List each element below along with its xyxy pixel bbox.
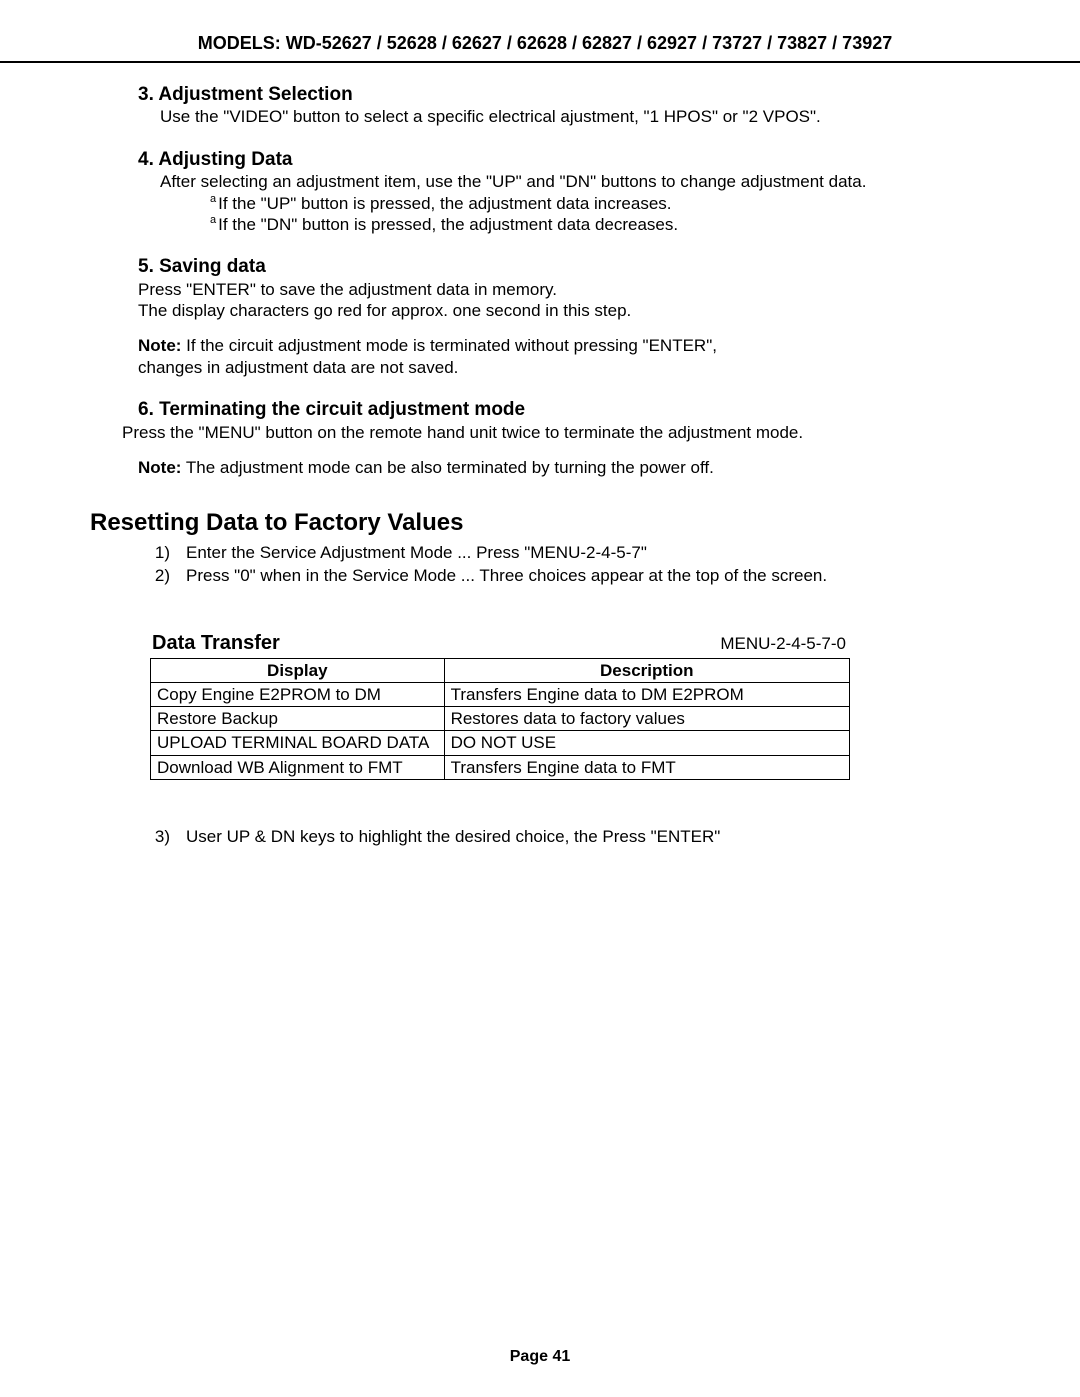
bullet-marker-icon: a: [210, 214, 216, 226]
section-4-title: 4. Adjusting Data: [138, 148, 1000, 172]
cell-display: UPLOAD TERMINAL BOARD DATA: [151, 731, 445, 755]
section-6: 6. Terminating the circuit adjustment mo…: [90, 398, 1000, 478]
col-header-display: Display: [151, 658, 445, 682]
section-5: 5. Saving data Press "ENTER" to save the…: [90, 255, 1000, 378]
resetting-title: Resetting Data to Factory Values: [90, 508, 1000, 538]
section-5-line2: The display characters go red for approx…: [138, 300, 1000, 321]
data-transfer-block: Data Transfer MENU-2-4-5-7-0 Display Des…: [150, 631, 850, 780]
data-transfer-table: Display Description Copy Engine E2PROM t…: [150, 658, 850, 780]
item-number: 3): [150, 826, 170, 847]
bullet-marker-icon: a: [210, 193, 216, 205]
note-text: The adjustment mode can be also terminat…: [181, 458, 713, 477]
section-5-note: Note: If the circuit adjustment mode is …: [138, 335, 778, 378]
section-6-title: 6. Terminating the circuit adjustment mo…: [138, 398, 1000, 422]
table-row: Copy Engine E2PROM to DM Transfers Engin…: [151, 682, 850, 706]
section-3-body: Use the "VIDEO" button to select a speci…: [160, 106, 1000, 127]
note-label: Note:: [138, 336, 181, 355]
section-4: 4. Adjusting Data After selecting an adj…: [90, 148, 1000, 236]
cell-display: Restore Backup: [151, 707, 445, 731]
item-text: Enter the Service Adjustment Mode ... Pr…: [186, 542, 647, 563]
cell-description: Transfers Engine data to DM E2PROM: [444, 682, 849, 706]
list-item: 3) User UP & DN keys to highlight the de…: [150, 826, 1000, 847]
cell-description: Transfers Engine data to FMT: [444, 755, 849, 779]
table-caption-row: Data Transfer MENU-2-4-5-7-0: [150, 631, 850, 658]
bullet-dn-text: If the "DN" button is pressed, the adjus…: [218, 215, 678, 234]
table-row: UPLOAD TERMINAL BOARD DATA DO NOT USE: [151, 731, 850, 755]
section-5-line1: Press "ENTER" to save the adjustment dat…: [138, 279, 1000, 300]
section-5-title: 5. Saving data: [138, 255, 1000, 279]
reset-steps: 1) Enter the Service Adjustment Mode ...…: [150, 542, 1000, 587]
table-title: Data Transfer: [152, 631, 280, 656]
list-item: 1) Enter the Service Adjustment Mode ...…: [150, 542, 1000, 563]
note-label: Note:: [138, 458, 181, 477]
section-4-body: After selecting an adjustment item, use …: [160, 171, 1000, 192]
item-text: Press "0" when in the Service Mode ... T…: [186, 565, 827, 586]
section-3-title: 3. Adjustment Selection: [138, 83, 1000, 107]
cell-display: Download WB Alignment to FMT: [151, 755, 445, 779]
section-4-bullet-dn: aIf the "DN" button is pressed, the adju…: [210, 214, 1000, 235]
cell-description: DO NOT USE: [444, 731, 849, 755]
header-divider: [0, 61, 1080, 63]
page: MODELS: WD-52627 / 52628 / 62627 / 62628…: [0, 0, 1080, 1397]
col-header-description: Description: [444, 658, 849, 682]
note-text: If the circuit adjustment mode is termin…: [138, 336, 717, 376]
table-row: Restore Backup Restores data to factory …: [151, 707, 850, 731]
after-table-steps: 3) User UP & DN keys to highlight the de…: [150, 826, 1000, 847]
table-row: Download WB Alignment to FMT Transfers E…: [151, 755, 850, 779]
section-3: 3. Adjustment Selection Use the "VIDEO" …: [90, 83, 1000, 128]
table-menu-code: MENU-2-4-5-7-0: [720, 633, 846, 654]
item-text: User UP & DN keys to highlight the desir…: [186, 826, 720, 847]
section-6-body: Press the "MENU" button on the remote ha…: [122, 422, 1000, 443]
item-number: 2): [150, 565, 170, 586]
bullet-up-text: If the "UP" button is pressed, the adjus…: [218, 194, 671, 213]
list-item: 2) Press "0" when in the Service Mode ..…: [150, 565, 1000, 586]
item-number: 1): [150, 542, 170, 563]
table-header-row: Display Description: [151, 658, 850, 682]
page-footer: Page 41: [0, 1347, 1080, 1367]
cell-display: Copy Engine E2PROM to DM: [151, 682, 445, 706]
section-4-bullet-up: aIf the "UP" button is pressed, the adju…: [210, 193, 1000, 214]
section-6-note: Note: The adjustment mode can be also te…: [138, 457, 778, 478]
cell-description: Restores data to factory values: [444, 707, 849, 731]
models-header: MODELS: WD-52627 / 52628 / 62627 / 62628…: [90, 32, 1000, 61]
